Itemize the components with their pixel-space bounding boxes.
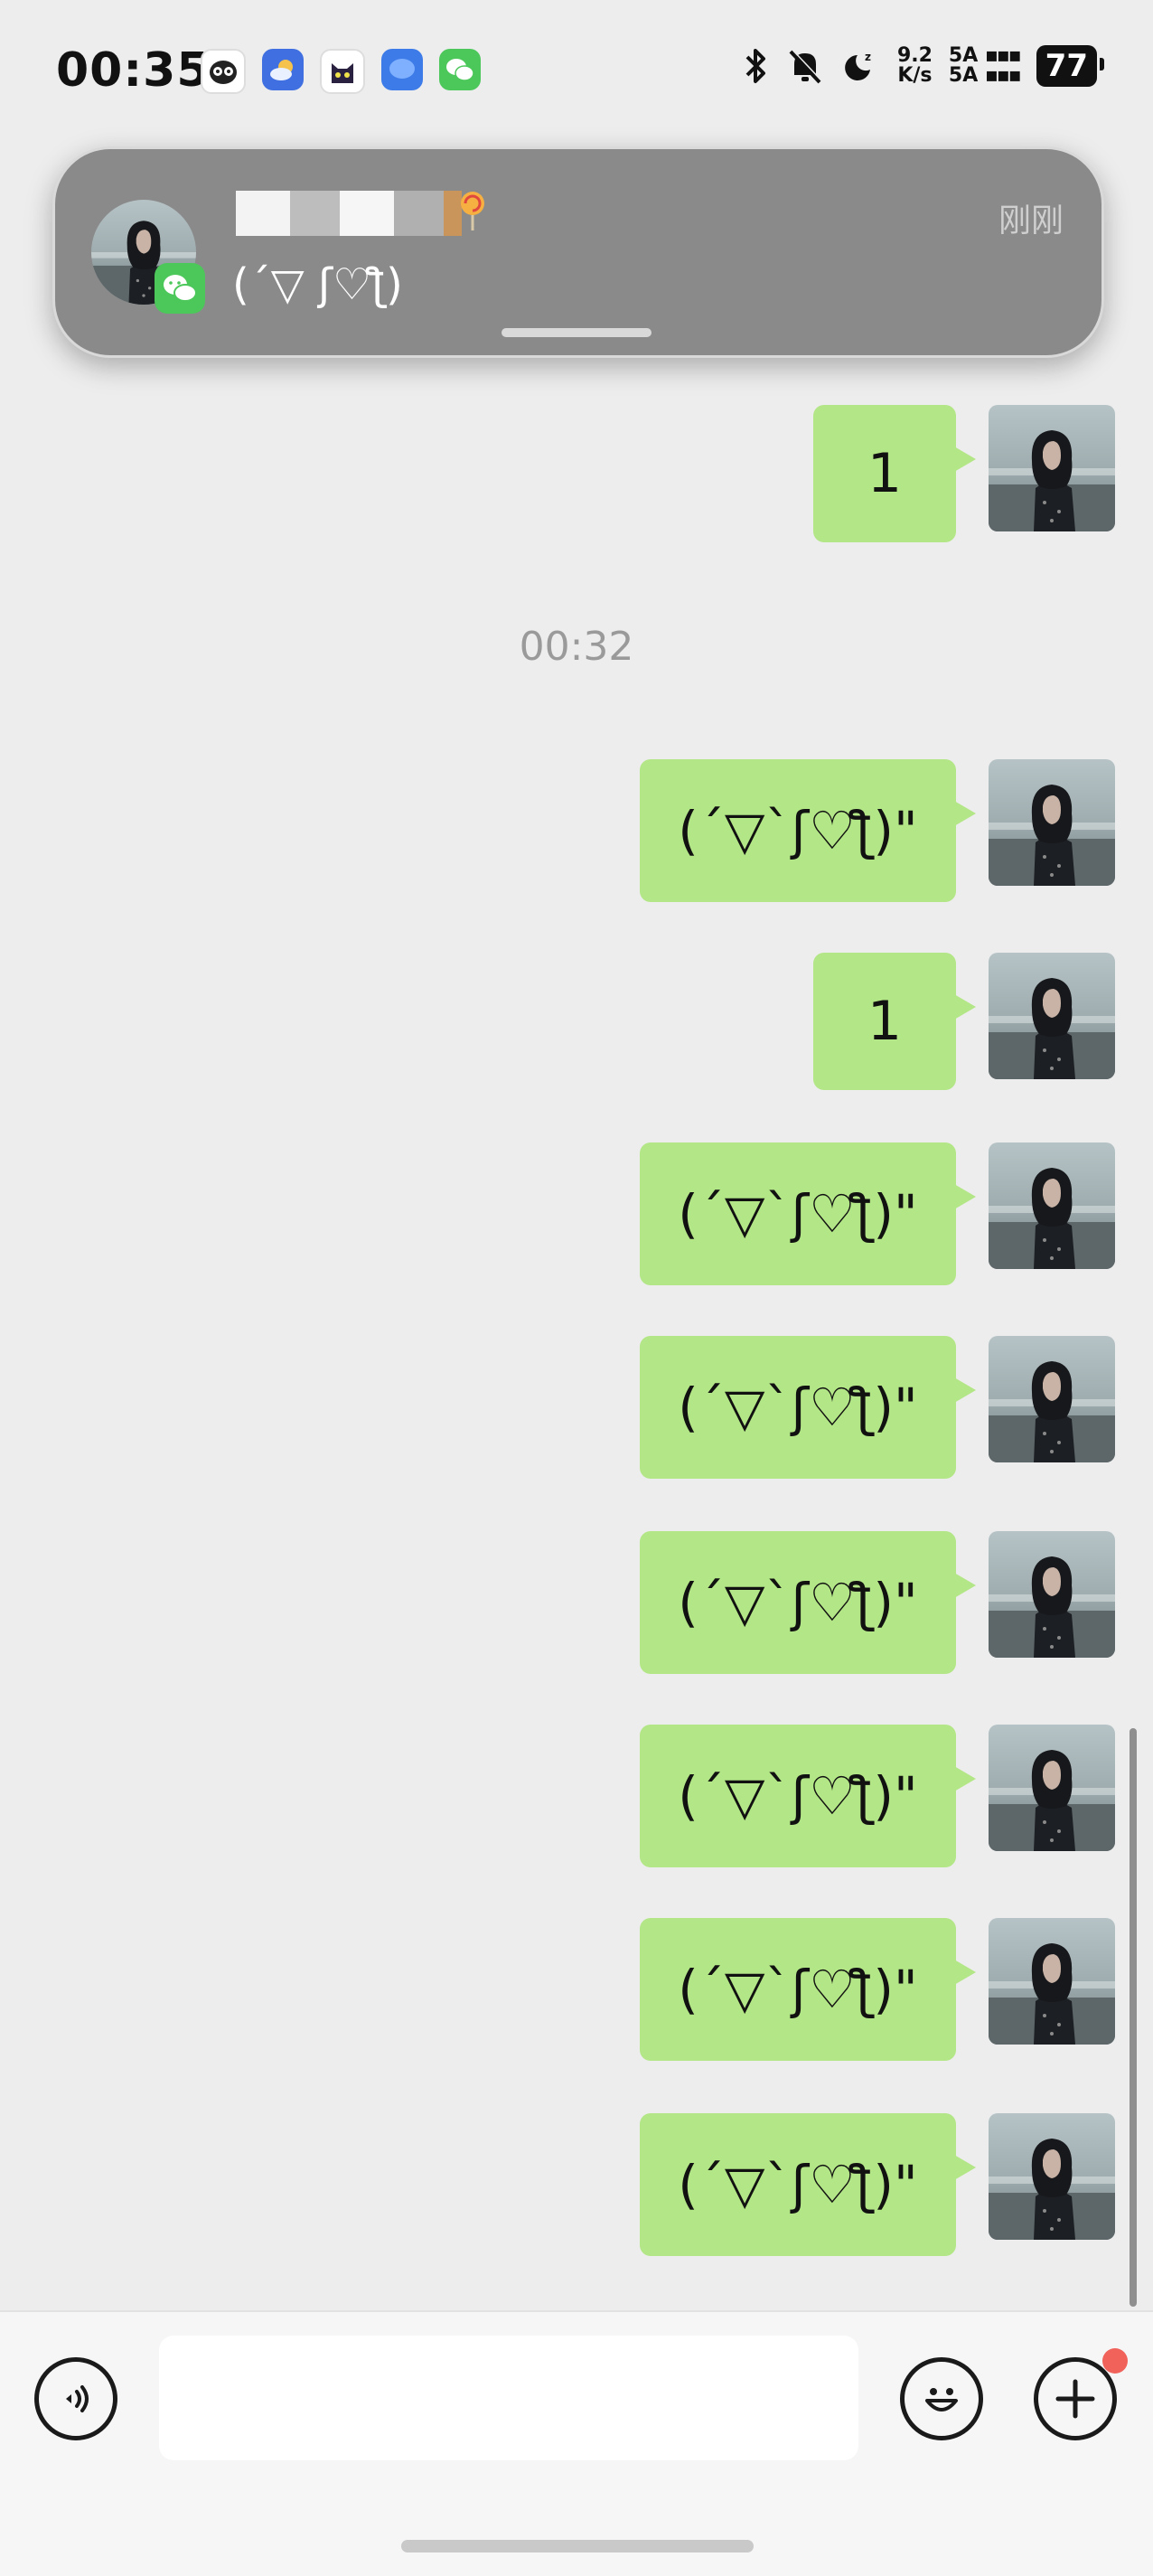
notification-dot bbox=[1102, 2348, 1128, 2374]
messages-app-icon bbox=[381, 49, 423, 90]
chat-message: 1 bbox=[813, 953, 1115, 1090]
status-time: 00:35 bbox=[56, 43, 211, 98]
chat-message: (´▽`ʃ♡ƪ)" bbox=[640, 2113, 1115, 2256]
message-bubble[interactable]: (´▽`ʃ♡ƪ)" bbox=[640, 759, 976, 902]
my-avatar[interactable] bbox=[989, 1336, 1115, 1462]
weather-app-icon bbox=[262, 49, 304, 90]
voice-input-button[interactable] bbox=[34, 2357, 117, 2440]
chat-message: (´▽`ʃ♡ƪ)" bbox=[640, 1336, 1115, 1479]
my-avatar[interactable] bbox=[989, 1531, 1115, 1658]
message-bubble[interactable]: 1 bbox=[813, 953, 976, 1090]
my-avatar[interactable] bbox=[989, 1918, 1115, 2045]
message-notification[interactable]: (´▽ ʃ♡ƪ) 刚刚 bbox=[52, 146, 1104, 358]
notification-drag-handle[interactable] bbox=[502, 328, 651, 337]
wechat-icon bbox=[155, 263, 205, 314]
plus-icon bbox=[1055, 2379, 1095, 2419]
my-avatar[interactable] bbox=[989, 1142, 1115, 1269]
chat-message: (´▽`ʃ♡ƪ)" bbox=[640, 1918, 1115, 2061]
svg-text:z: z bbox=[865, 51, 871, 63]
owl-app-icon bbox=[201, 49, 246, 94]
chat-timestamp: 00:32 bbox=[519, 624, 634, 670]
chat-input-bar bbox=[0, 2310, 1153, 2576]
lollipop-emoji-icon bbox=[461, 192, 484, 230]
message-bubble[interactable]: (´▽`ʃ♡ƪ)" bbox=[640, 1918, 976, 2061]
chat-message: (´▽`ʃ♡ƪ)" bbox=[640, 759, 1115, 902]
signal-bottom-label: 5A ▪▪▪ bbox=[948, 64, 1022, 87]
cellular-signal: 5A ▪▪▪ 5A ▪▪▪ bbox=[948, 44, 1022, 87]
bluetooth-icon bbox=[745, 49, 765, 83]
my-avatar[interactable] bbox=[989, 2113, 1115, 2240]
message-bubble[interactable]: (´▽`ʃ♡ƪ)" bbox=[640, 2113, 976, 2256]
message-bubble[interactable]: 1 bbox=[813, 405, 976, 542]
chat-scrollbar[interactable] bbox=[1130, 1728, 1137, 2307]
do-not-disturb-moon-icon: z bbox=[845, 51, 871, 80]
smiley-icon bbox=[925, 2388, 958, 2411]
message-bubble[interactable]: (´▽`ʃ♡ƪ)" bbox=[640, 1531, 976, 1674]
home-indicator[interactable] bbox=[401, 2540, 754, 2552]
cat-app-icon bbox=[320, 49, 365, 94]
notification-sender-name-redacted bbox=[236, 191, 489, 236]
status-bar: 00:35 z 9.2 K/s 5A ▪▪▪ 5A ▪▪▪ 77 bbox=[0, 0, 1153, 145]
voice-icon bbox=[66, 2385, 89, 2412]
network-speed-unit: K/s bbox=[897, 64, 933, 87]
mute-bell-icon bbox=[789, 49, 822, 84]
network-speed-value: 9.2 bbox=[896, 44, 933, 67]
notification-message-text: (´▽ ʃ♡ƪ) bbox=[232, 259, 403, 310]
chat-message: (´▽`ʃ♡ƪ)" bbox=[640, 1142, 1115, 1285]
signal-top-label: 5A ▪▪▪ bbox=[948, 44, 1022, 67]
notification-time: 刚刚 bbox=[998, 202, 1064, 240]
chat-message: 1 bbox=[813, 405, 1115, 542]
message-bubble[interactable]: (´▽`ʃ♡ƪ)" bbox=[640, 1725, 976, 1867]
my-avatar[interactable] bbox=[989, 953, 1115, 1079]
my-avatar[interactable] bbox=[989, 405, 1115, 531]
my-avatar[interactable] bbox=[989, 759, 1115, 886]
my-avatar[interactable] bbox=[989, 1725, 1115, 1851]
message-bubble[interactable]: (´▽`ʃ♡ƪ)" bbox=[640, 1336, 976, 1479]
battery-indicator: 77 bbox=[1036, 45, 1105, 87]
system-status-icons: z 9.2 K/s 5A ▪▪▪ 5A ▪▪▪ 77 bbox=[742, 44, 1105, 87]
emoji-button[interactable] bbox=[900, 2357, 983, 2440]
chat-message: (´▽`ʃ♡ƪ)" bbox=[640, 1531, 1115, 1674]
wechat-app-icon bbox=[439, 49, 481, 90]
message-bubble[interactable]: (´▽`ʃ♡ƪ)" bbox=[640, 1142, 976, 1285]
more-options-button[interactable] bbox=[1034, 2357, 1117, 2440]
chat-message: (´▽`ʃ♡ƪ)" bbox=[640, 1725, 1115, 1867]
status-app-icons bbox=[201, 49, 481, 94]
message-text-input[interactable] bbox=[159, 2336, 858, 2460]
network-speed: 9.2 K/s bbox=[897, 46, 933, 86]
